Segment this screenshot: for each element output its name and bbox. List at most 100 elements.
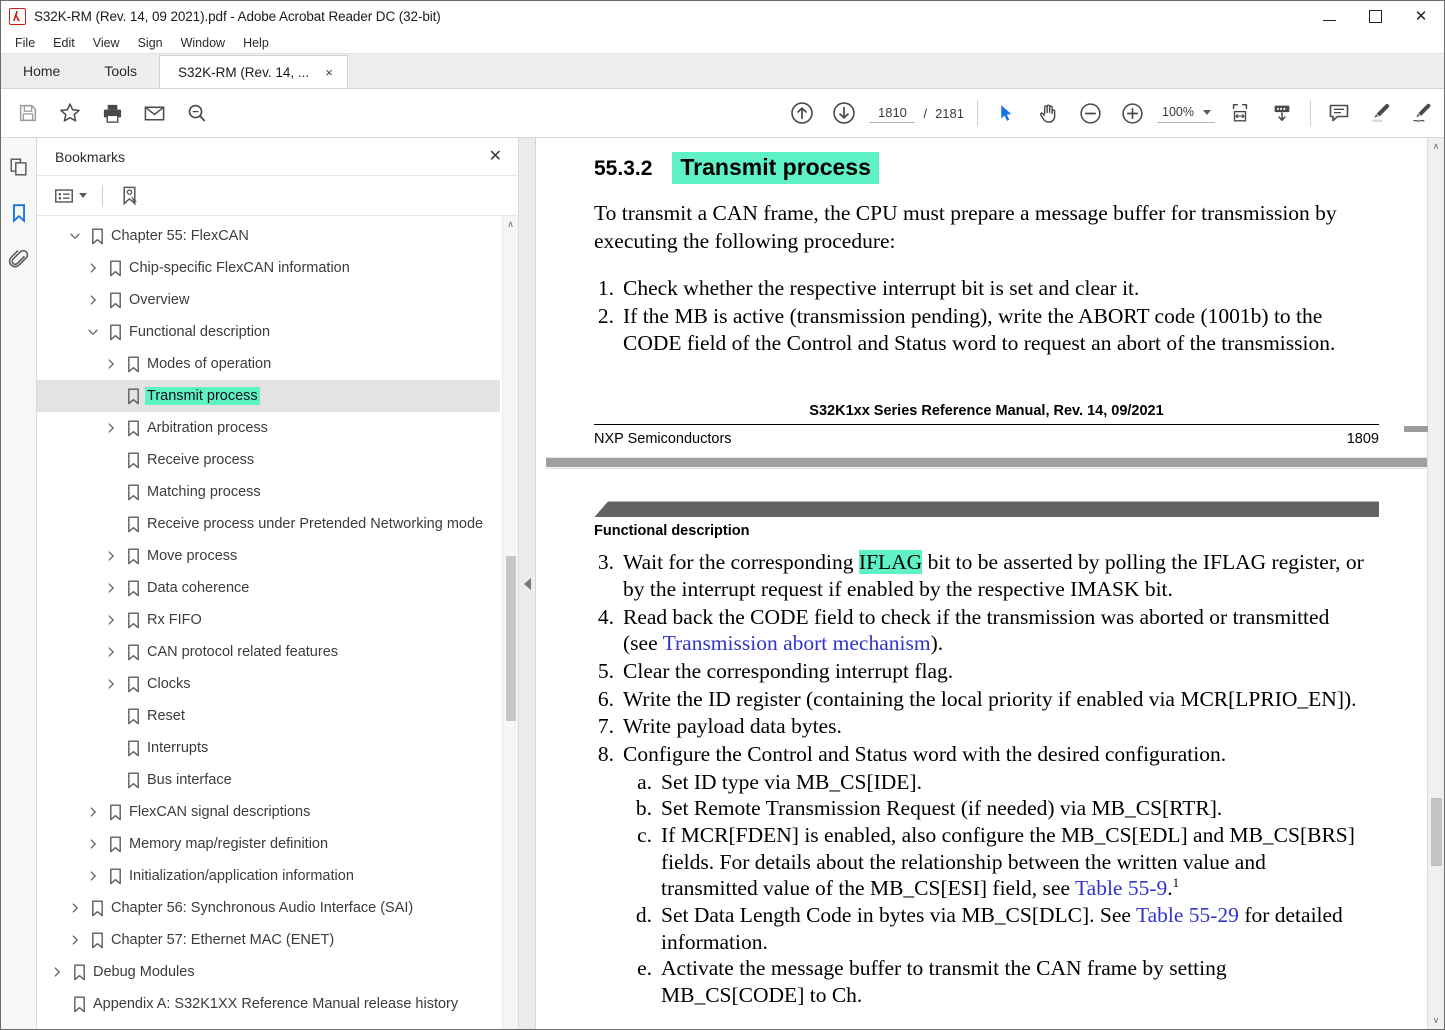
table-55-9-link[interactable]: Table 55-9 <box>1075 876 1167 900</box>
tab-tools[interactable]: Tools <box>82 54 160 88</box>
bookmark-item[interactable]: Clocks <box>37 668 500 700</box>
bookmark-item[interactable]: Debug Modules <box>37 956 500 988</box>
document-scrollbar[interactable]: ∧ ∨ <box>1404 138 1444 1029</box>
bookmarks-scrollbar[interactable]: ∧ <box>502 216 518 1029</box>
chevron-right-icon[interactable] <box>83 869 103 883</box>
transmission-abort-mechanism-link[interactable]: Transmission abort mechanism <box>663 631 931 655</box>
find-button[interactable] <box>175 93 217 133</box>
select-tool-button[interactable] <box>985 93 1027 133</box>
next-page-button[interactable] <box>823 93 865 133</box>
tab-document-close-icon[interactable]: × <box>321 65 337 80</box>
bookmark-item[interactable]: Matching process <box>37 476 500 508</box>
bookmark-item[interactable]: Move process <box>37 540 500 572</box>
page-number-input[interactable] <box>869 103 916 123</box>
bookmark-item[interactable]: Arbitration process <box>37 412 500 444</box>
chevron-right-icon[interactable] <box>83 293 103 307</box>
chevron-down-icon[interactable] <box>83 325 103 339</box>
chevron-right-icon[interactable] <box>101 581 121 595</box>
tab-home[interactable]: Home <box>1 54 83 88</box>
bookmark-item-label: Arbitration process <box>147 420 268 436</box>
chevron-right-icon[interactable] <box>101 549 121 563</box>
highlight-button[interactable] <box>1360 93 1402 133</box>
bookmark-item[interactable]: Bus interface <box>37 764 500 796</box>
bookmark-item[interactable]: Initialization/application information <box>37 860 500 892</box>
list-marker: e. <box>637 956 652 981</box>
bookmark-item[interactable]: Appendix A: S32K1XX Reference Manual rel… <box>37 988 500 1020</box>
rail-page-thumbnails-button[interactable] <box>4 152 34 182</box>
chevron-right-icon[interactable] <box>101 421 121 435</box>
list-marker: b. <box>635 796 652 821</box>
bookmark-item[interactable]: Modes of operation <box>37 348 500 380</box>
maximize-button[interactable] <box>1352 1 1398 32</box>
rail-attachments-button[interactable] <box>4 244 34 274</box>
chevron-right-icon[interactable] <box>101 645 121 659</box>
bookmark-item[interactable]: Rx FIFO <box>37 604 500 636</box>
menu-view[interactable]: View <box>84 34 129 52</box>
chevron-right-icon[interactable] <box>83 261 103 275</box>
chevron-right-icon[interactable] <box>65 933 85 947</box>
chevron-right-icon[interactable] <box>83 805 103 819</box>
print-button[interactable] <box>91 93 133 133</box>
bookmarks-panel-close-icon[interactable]: ✕ <box>489 148 502 165</box>
comment-button[interactable] <box>1318 93 1360 133</box>
zoom-level-dropdown[interactable]: 100% <box>1157 103 1215 123</box>
menu-sign[interactable]: Sign <box>129 34 172 52</box>
chevron-right-icon[interactable] <box>83 837 103 851</box>
bookmark-item[interactable]: Chip-specific FlexCAN information <box>37 252 500 284</box>
add-bookmark-button[interactable] <box>49 93 91 133</box>
chevron-right-icon[interactable] <box>65 901 85 915</box>
toolbar-divider-2 <box>1310 100 1311 126</box>
chevron-right-icon[interactable] <box>101 357 121 371</box>
chevron-right-icon[interactable] <box>101 613 121 627</box>
tab-document-label: S32K-RM (Rev. 14, ... <box>178 64 310 80</box>
rail-bookmarks-button[interactable] <box>4 198 34 228</box>
previous-page-button[interactable] <box>781 93 823 133</box>
pdf-pages[interactable]: 55.3.2 Transmit process To transmit a CA… <box>536 138 1427 1029</box>
bookmark-options-button[interactable] <box>49 182 91 210</box>
table-55-29-link[interactable]: Table 55-29 <box>1136 903 1239 927</box>
menu-file[interactable]: File <box>6 34 44 52</box>
tab-document[interactable]: S32K-RM (Rev. 14, ... × <box>159 55 349 88</box>
bookmark-item[interactable]: Interrupts <box>37 732 500 764</box>
sign-button[interactable] <box>1402 93 1444 133</box>
document-scroll-down-arrow[interactable]: ∨ <box>1428 1012 1444 1029</box>
footnote-marker[interactable]: 1 <box>1173 875 1180 890</box>
chevron-right-icon[interactable] <box>47 965 67 979</box>
page-total-label: 2181 <box>935 105 964 121</box>
scroll-mode-button[interactable] <box>1261 93 1303 133</box>
bookmark-item[interactable]: Reset <box>37 700 500 732</box>
zoom-in-button[interactable] <box>1111 93 1153 133</box>
chevron-down-icon[interactable] <box>65 229 85 243</box>
bookmark-item[interactable]: Overview <box>37 284 500 316</box>
fit-page-button[interactable] <box>1219 93 1261 133</box>
close-button[interactable]: ✕ <box>1398 1 1444 32</box>
bookmark-item[interactable]: Functional description <box>37 316 500 348</box>
menu-help[interactable]: Help <box>234 34 278 52</box>
new-bookmark-button[interactable] <box>114 182 145 210</box>
bookmark-item[interactable]: Data coherence <box>37 572 500 604</box>
menu-edit[interactable]: Edit <box>44 34 84 52</box>
bookmarks-scroll-up-arrow[interactable]: ∧ <box>503 216 518 232</box>
bookmark-item[interactable]: Memory map/register definition <box>37 828 500 860</box>
bookmark-item[interactable]: Receive process <box>37 444 500 476</box>
bookmarks-scrollbar-thumb[interactable] <box>506 556 516 721</box>
bookmark-item[interactable]: Transmit process <box>37 380 500 412</box>
zoom-out-button[interactable] <box>1069 93 1111 133</box>
panel-collapse-handle[interactable] <box>519 138 536 1029</box>
search-icon <box>188 104 205 121</box>
document-scroll-up-arrow[interactable]: ∧ <box>1428 138 1444 155</box>
chevron-right-icon[interactable] <box>101 677 121 691</box>
bookmark-item[interactable]: Chapter 57: Ethernet MAC (ENET) <box>37 924 500 956</box>
bookmark-item[interactable]: Chapter 55: FlexCAN <box>37 220 500 252</box>
bookmark-item[interactable]: CAN protocol related features <box>37 636 500 668</box>
list-marker: 1. <box>597 276 614 301</box>
hand-tool-button[interactable] <box>1027 93 1069 133</box>
document-scrollbar-thumb[interactable] <box>1431 798 1442 866</box>
email-button[interactable] <box>133 93 175 133</box>
minimize-button[interactable] <box>1306 1 1352 32</box>
save-button[interactable] <box>7 93 49 133</box>
bookmark-item[interactable]: FlexCAN signal descriptions <box>37 796 500 828</box>
bookmark-item[interactable]: Receive process under Pretended Networki… <box>37 508 500 540</box>
menu-window[interactable]: Window <box>172 34 234 52</box>
bookmark-item[interactable]: Chapter 56: Synchronous Audio Interface … <box>37 892 500 924</box>
